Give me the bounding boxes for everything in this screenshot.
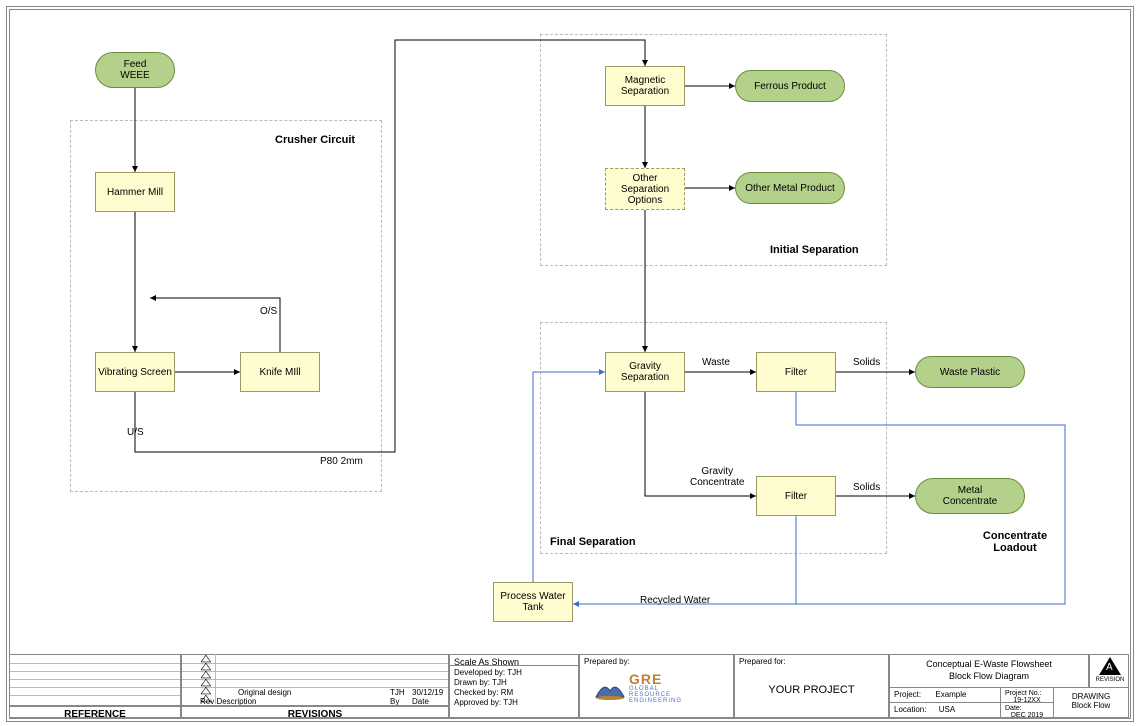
tb-orig-desc: Original design [238, 688, 291, 697]
node-feed: Feed WEEE [95, 52, 175, 88]
tb-checked: Checked by: RM [454, 688, 574, 698]
tb-orig-by: TJH [390, 688, 405, 697]
tb-dev: Developed by: TJH [454, 668, 574, 678]
node-ferrous: Ferrous Product [735, 70, 845, 102]
title-block: REFERENCE REVISIONS Original design TJH … [9, 654, 1129, 718]
node-metalconc: Metal Concentrate [915, 478, 1025, 514]
tb-reference: REFERENCE [9, 706, 181, 718]
label-solids1: Solids [853, 357, 880, 368]
tb-rev-label: REVISION [1090, 677, 1129, 683]
tb-orig-date: 30/12/19 [412, 688, 443, 697]
tb-prepby-lbl: Prepared by: [584, 657, 729, 666]
tb-prepfor-lbl: Prepared for: [739, 657, 884, 666]
node-pwt: Process Water Tank [493, 582, 573, 622]
tb-title1: Conceptual E-Waste Flowsheet [894, 659, 1084, 669]
label-recwater: Recycled Water [640, 595, 710, 606]
node-wasteplastic: Waste Plastic [915, 356, 1025, 388]
group-initsep-label: Initial Separation [770, 244, 859, 256]
label-us: U/S [127, 427, 144, 438]
tb-date-lbl: Date: [1005, 705, 1049, 712]
label-waste: Waste [702, 357, 730, 368]
tb-rev-date: Date [412, 697, 429, 706]
label-solids2: Solids [853, 482, 880, 493]
label-gravconc: Gravity Concentrate [690, 466, 744, 488]
node-gravsep: Gravity Separation [605, 352, 685, 392]
node-vscreen: Vibrating Screen [95, 352, 175, 392]
tb-approved: Approved by: TJH [454, 698, 574, 708]
tb-title2: Block Flow Diagram [894, 671, 1084, 681]
tb-your-project: YOUR PROJECT [739, 684, 884, 696]
label-os: O/S [260, 306, 277, 317]
tb-rev-by: By [390, 697, 399, 706]
group-initsep [540, 34, 887, 266]
label-p80: P80 2mm [320, 456, 363, 467]
tb-proj: Example [935, 690, 966, 699]
tb-projno-lbl: Project No.: [1005, 690, 1049, 697]
node-othersep: Other Separation Options [605, 168, 685, 210]
tb-date: DEC 2019 [1005, 712, 1049, 718]
node-filter1: Filter [756, 352, 836, 392]
tb-drawing-lbl: DRAWING [1058, 692, 1124, 701]
group-crusher-label: Crusher Circuit [275, 134, 355, 146]
logo-sub: GLOBAL RESOURCE ENGINEERING [629, 686, 682, 704]
group-finalsep-label: Final Separation [550, 536, 636, 548]
tb-revisions: REVISIONS [181, 706, 449, 718]
node-knife: Knife MIll [240, 352, 320, 392]
node-hammer: Hammer Mill [95, 172, 175, 212]
logo: GREGLOBAL RESOURCE ENGINEERING [594, 675, 682, 704]
node-othermetal: Other Metal Product [735, 172, 845, 204]
node-magsep: Magnetic Separation [605, 66, 685, 106]
logo-brand: GRE [629, 671, 662, 687]
group-concload-label: Concentrate Loadout [965, 530, 1065, 554]
tb-drawn: Drawn by: TJH [454, 678, 574, 688]
tb-drawing: Block Flow [1058, 701, 1124, 710]
tb-loc-lbl: Location: [894, 705, 926, 714]
node-filter2: Filter [756, 476, 836, 516]
tb-loc: USA [939, 705, 955, 714]
tb-proj-lbl: Project: [894, 690, 921, 699]
revision-triangle-icon [1099, 657, 1121, 675]
